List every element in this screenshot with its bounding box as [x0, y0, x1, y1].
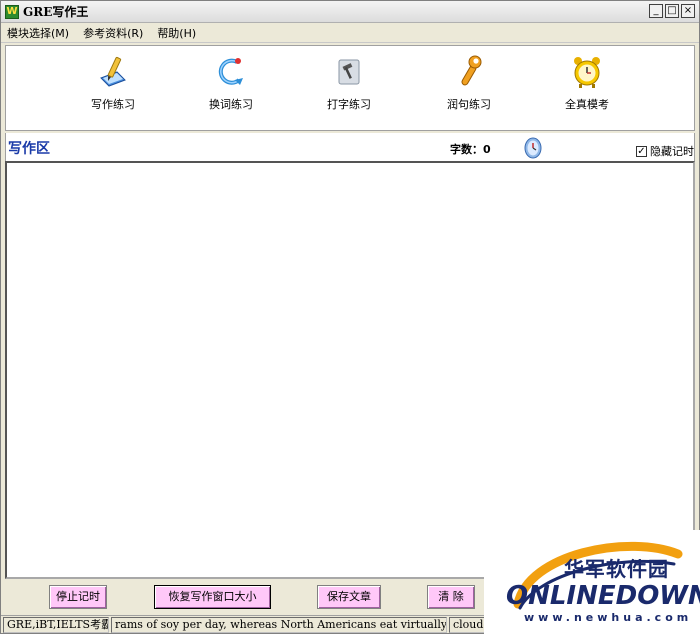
hide-timer-option[interactable]: ✓ 隐藏记时	[636, 143, 694, 159]
alarm-clock-icon	[574, 57, 600, 88]
status-series: GRE,iBT,IELTS考霸系列	[3, 617, 109, 633]
hide-timer-checkbox[interactable]: ✓	[636, 145, 647, 157]
window-title: GRE写作王	[23, 5, 89, 19]
watermark-url-text: www.newhua.com	[524, 611, 693, 624]
status-ticker: rams of soy per day, whereas North Ameri…	[111, 617, 447, 633]
maximize-button[interactable]: □	[665, 4, 679, 18]
hammer-icon	[338, 59, 360, 85]
menu-bar: 模块选择(M) 参考资料(R) 帮助(H)	[1, 23, 699, 43]
title-bar[interactable]: W GRE写作王 _ □ ×	[1, 1, 699, 23]
clear-button[interactable]: 清 除	[427, 585, 475, 609]
pen-paper-icon	[100, 56, 126, 87]
restore-window-size-button[interactable]: 恢复写作窗口大小	[154, 585, 271, 609]
app-icon: W	[5, 5, 19, 19]
module-toolbar: 写作练习 换词练习 打字练习 润句练习 全真模考	[5, 45, 695, 131]
tool-label: 打字练习	[327, 98, 371, 111]
writing-header: 写作区 字数：0 ✓ 隐藏记时	[5, 133, 695, 161]
tool-word-swap-practice[interactable]: 换词练习	[186, 52, 276, 122]
minimize-button[interactable]: _	[649, 4, 663, 18]
stop-timer-button[interactable]: 停止记时	[49, 585, 107, 609]
wrench-icon	[461, 55, 482, 86]
menu-module-select[interactable]: 模块选择(M)	[7, 25, 69, 41]
tool-sentence-polish-practice[interactable]: 润句练习	[424, 52, 514, 122]
timer-clock-icon[interactable]	[522, 135, 544, 159]
status-extra: cloudcr	[449, 617, 489, 633]
window-controls: _ □ ×	[649, 4, 695, 18]
menu-help[interactable]: 帮助(H)	[157, 25, 196, 41]
tool-mock-exam[interactable]: 全真模考	[542, 52, 632, 122]
site-watermark: 华军软件园 ONLINEDOWN www.newhua.com	[484, 530, 700, 634]
word-count: 字数：0	[450, 143, 491, 156]
watermark-cn-text: 华军软件园	[564, 557, 669, 581]
swap-arrow-icon	[218, 58, 243, 85]
menu-reference[interactable]: 参考资料(R)	[83, 25, 143, 41]
tool-label: 写作练习	[91, 98, 135, 111]
tool-writing-practice[interactable]: 写作练习	[68, 52, 158, 122]
hide-timer-label: 隐藏记时	[650, 145, 694, 158]
tool-label: 全真模考	[565, 98, 609, 111]
tool-typing-practice[interactable]: 打字练习	[304, 52, 394, 122]
tool-label: 换词练习	[209, 98, 253, 111]
writing-textarea[interactable]	[5, 161, 695, 579]
watermark-en-text: ONLINEDOWN	[506, 581, 700, 611]
close-button[interactable]: ×	[681, 4, 695, 18]
writing-area-title: 写作区	[8, 141, 50, 157]
save-essay-button[interactable]: 保存文章	[317, 585, 381, 609]
tool-label: 润句练习	[447, 98, 491, 111]
